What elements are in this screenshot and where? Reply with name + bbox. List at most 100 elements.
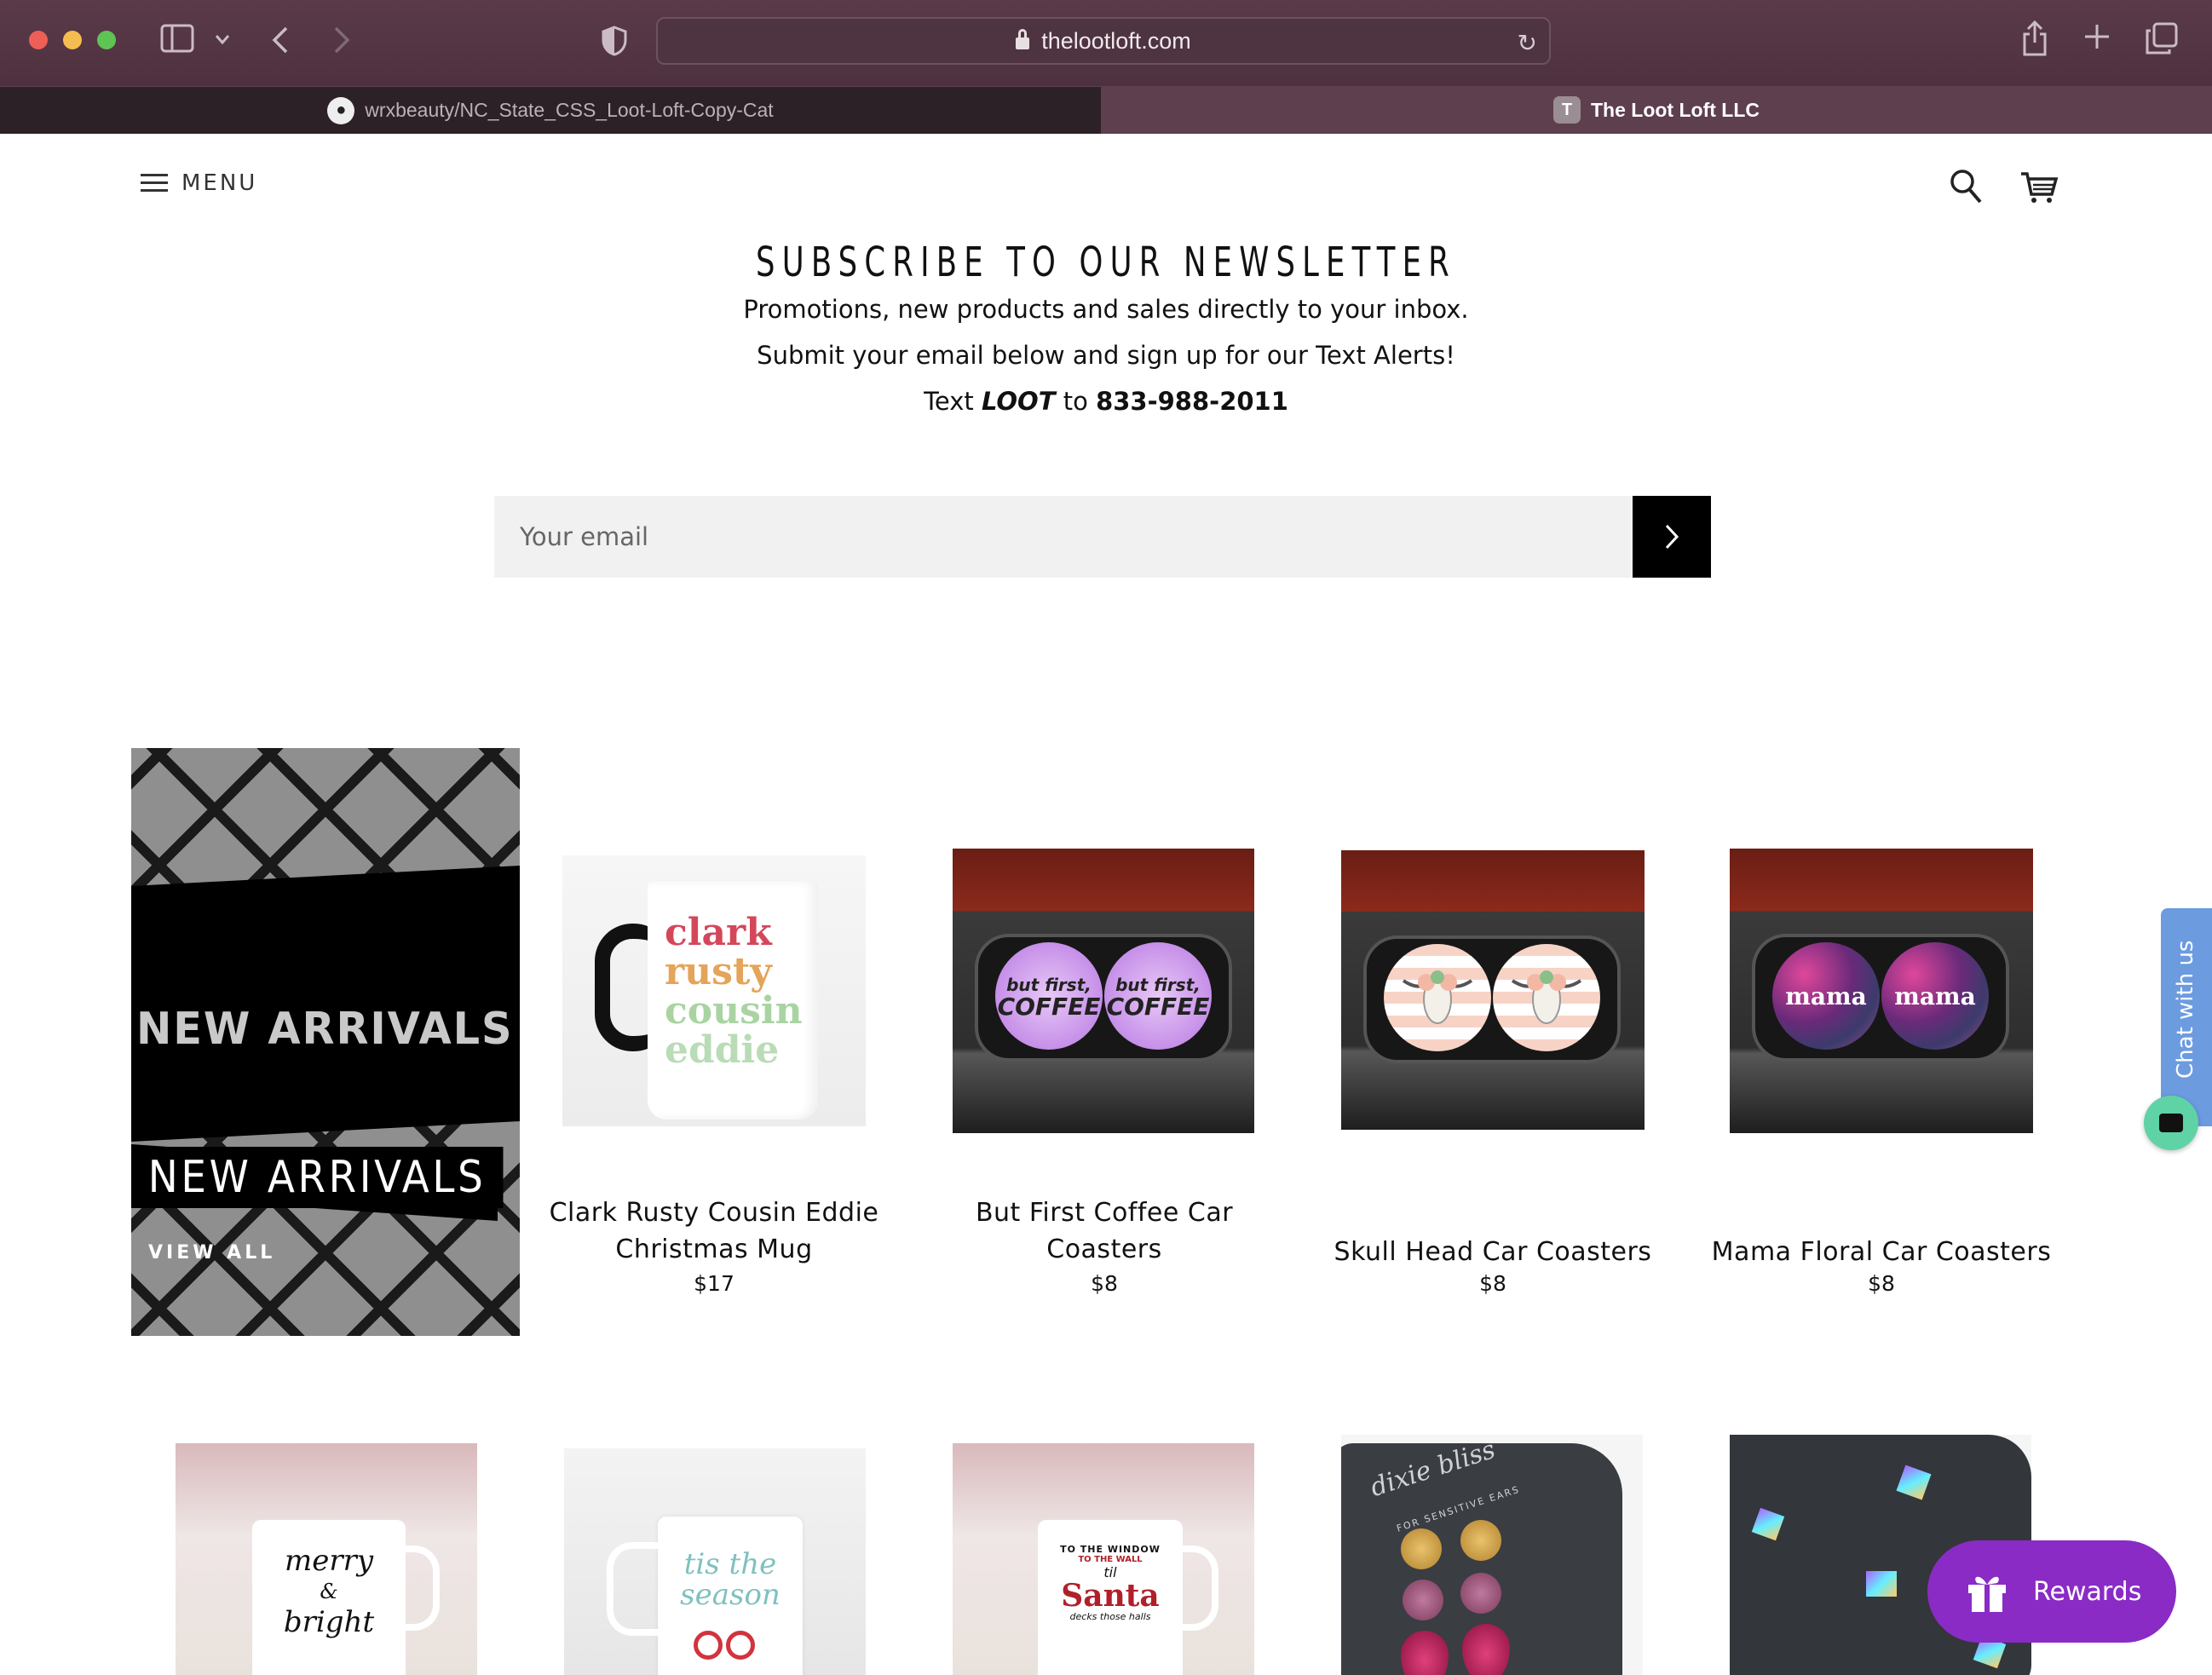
text-mid: to	[1063, 387, 1088, 416]
newsletter-title: SUBSCRIBE TO OUR NEWSLETTER	[756, 239, 1456, 286]
product-name[interactable]: Clark Rusty Cousin Eddie Christmas Mug	[527, 1194, 902, 1268]
coaster: but first, COFFEE	[1104, 942, 1212, 1050]
hamburger-icon	[141, 174, 168, 193]
tab-overview-icon[interactable]	[2146, 22, 2178, 60]
text-phone-number: 833-988-2011	[1096, 387, 1288, 416]
product-name[interactable]: Skull Head Car Coasters	[1305, 1234, 1680, 1270]
back-icon[interactable]	[271, 26, 290, 60]
mug-text-line: Santa	[1061, 1578, 1160, 1614]
github-icon: ●	[327, 96, 355, 124]
product-price: $8	[1091, 1271, 1118, 1296]
mug-text-line: TO THE WALL	[1078, 1555, 1143, 1564]
coaster-text: COFFEE	[1106, 993, 1210, 1021]
chat-bubble-icon[interactable]	[2144, 1096, 2198, 1150]
coaster	[1384, 944, 1491, 1051]
product-image[interactable]: TO THE WINDOW TO THE WALL til Santa deck…	[953, 1443, 1254, 1675]
view-all-link[interactable]: VIEW ALL	[148, 1242, 275, 1263]
url-text: thelootloft.com	[1041, 27, 1191, 54]
product-image[interactable]: merry & bright	[176, 1443, 477, 1675]
new-tab-icon[interactable]	[2082, 22, 2111, 57]
earring	[1462, 1624, 1510, 1675]
earring	[1866, 1571, 1897, 1597]
menu-label: MENU	[181, 170, 258, 196]
close-window-button[interactable]	[29, 31, 48, 49]
tab-label: The Loot Loft LLC	[1591, 98, 1760, 121]
product-image[interactable]: but first, COFFEE but first, COFFEE	[953, 849, 1254, 1133]
lock-icon	[1016, 29, 1030, 49]
chat-label[interactable]: Chat with us	[2173, 941, 2198, 1079]
privacy-shield-icon[interactable]	[602, 26, 627, 62]
tab-github[interactable]: ● wrxbeauty/NC_State_CSS_Loot-Loft-Copy-…	[0, 86, 1101, 134]
coaster	[1493, 944, 1600, 1051]
sidebar-toggle-icon[interactable]	[160, 24, 194, 59]
mug-print: clark rusty cousin eddie	[665, 913, 803, 1070]
coaster-text: COFFEE	[997, 993, 1101, 1021]
product-card[interactable]: clark rusty cousin eddie Clark Rusty Cou…	[527, 855, 902, 1315]
newsletter-text-alerts: Submit your email below and sign up for …	[757, 341, 1455, 370]
mug-text-line: cousin	[665, 989, 803, 1033]
rewards-button[interactable]: Rewards	[1927, 1540, 2176, 1643]
tab-favicon: T	[1553, 96, 1581, 124]
product-price: $8	[1868, 1271, 1895, 1296]
mug-text-line: &	[320, 1580, 338, 1603]
share-icon[interactable]	[2021, 20, 2048, 62]
tab-loot-loft[interactable]: T The Loot Loft LLC	[1101, 86, 2212, 134]
coaster-text: mama	[1894, 981, 1976, 1010]
new-arrivals-background-label: NEW ARRIVALS	[136, 1004, 514, 1055]
reload-icon[interactable]: ↻	[1518, 29, 1537, 57]
newsletter-form	[494, 496, 1711, 578]
mug-text-line: merry	[284, 1544, 374, 1578]
coaster: mama	[1772, 942, 1880, 1050]
mug-text-line: clark	[665, 911, 772, 954]
product-image[interactable]: tis the season	[564, 1448, 866, 1675]
coaster: mama	[1881, 942, 1989, 1050]
text-keyword: LOOT	[981, 387, 1056, 416]
product-price: $17	[694, 1271, 734, 1296]
mug-text-line: TO THE WINDOW	[1060, 1544, 1161, 1555]
product-price: $8	[1479, 1271, 1506, 1296]
product-card[interactable]: mama mama Mama Floral Car Coasters $8	[1694, 849, 2069, 1315]
product-name[interactable]: But First Coffee Car Coasters	[917, 1194, 1292, 1268]
menu-button[interactable]: MENU	[141, 170, 257, 196]
forward-icon[interactable]	[332, 26, 351, 60]
ornament	[726, 1631, 755, 1660]
tab-bar: ● wrxbeauty/NC_State_CSS_Loot-Loft-Copy-…	[0, 86, 2212, 134]
zoom-window-button[interactable]	[97, 31, 116, 49]
address-bar[interactable]: thelootloft.com ↻	[656, 17, 1551, 65]
mug-text-line: tis the	[683, 1547, 777, 1581]
product-image[interactable]: mama mama	[1730, 849, 2033, 1133]
product-image[interactable]: clark rusty cousin eddie	[562, 855, 866, 1126]
mug-text-line: decks those halls	[1069, 1611, 1151, 1622]
coaster: but first, COFFEE	[995, 942, 1103, 1050]
newsletter-subtitle: Promotions, new products and sales direc…	[743, 295, 1469, 324]
minimize-window-button[interactable]	[63, 31, 82, 49]
newsletter-text-instructions: Text LOOT to 833-988-2011	[0, 387, 2212, 416]
email-submit-button[interactable]	[1633, 496, 1711, 578]
product-image[interactable]	[1341, 850, 1645, 1130]
mug-print: tis the season	[658, 1549, 803, 1610]
earring	[1401, 1631, 1449, 1675]
rewards-label: Rewards	[2033, 1576, 2142, 1607]
gift-icon	[1968, 1576, 2006, 1612]
skull-icon	[1402, 970, 1473, 1024]
earring	[1403, 1580, 1443, 1620]
skull-icon	[1511, 970, 1582, 1024]
mug-handle	[607, 1542, 663, 1636]
email-input[interactable]	[494, 496, 1633, 578]
product-image[interactable]: dixie bliss FOR SENSITIVE EARS	[1341, 1435, 1643, 1675]
product-card[interactable]: Skull Head Car Coasters $8	[1305, 850, 1680, 1315]
arrow-right-icon	[1665, 524, 1679, 550]
search-icon[interactable]	[1950, 169, 1982, 204]
product-name[interactable]: Mama Floral Car Coasters	[1694, 1234, 2069, 1270]
mug-text-line: rusty	[665, 950, 772, 993]
tab-label: wrxbeauty/NC_State_CSS_Loot-Loft-Copy-Ca…	[365, 99, 774, 121]
chevron-down-icon[interactable]	[215, 31, 230, 48]
ornament	[694, 1631, 723, 1660]
earring	[1460, 1573, 1501, 1614]
earring	[1460, 1520, 1501, 1561]
new-arrivals-tile[interactable]: NEW ARRIVALS NEW ARRIVALS VIEW ALL	[131, 748, 520, 1336]
cart-icon[interactable]	[2019, 170, 2059, 204]
earring	[1401, 1528, 1442, 1569]
product-card[interactable]: but first, COFFEE but first, COFFEE But Fi…	[917, 849, 1292, 1315]
browser-titlebar: thelootloft.com ↻	[0, 0, 2212, 86]
